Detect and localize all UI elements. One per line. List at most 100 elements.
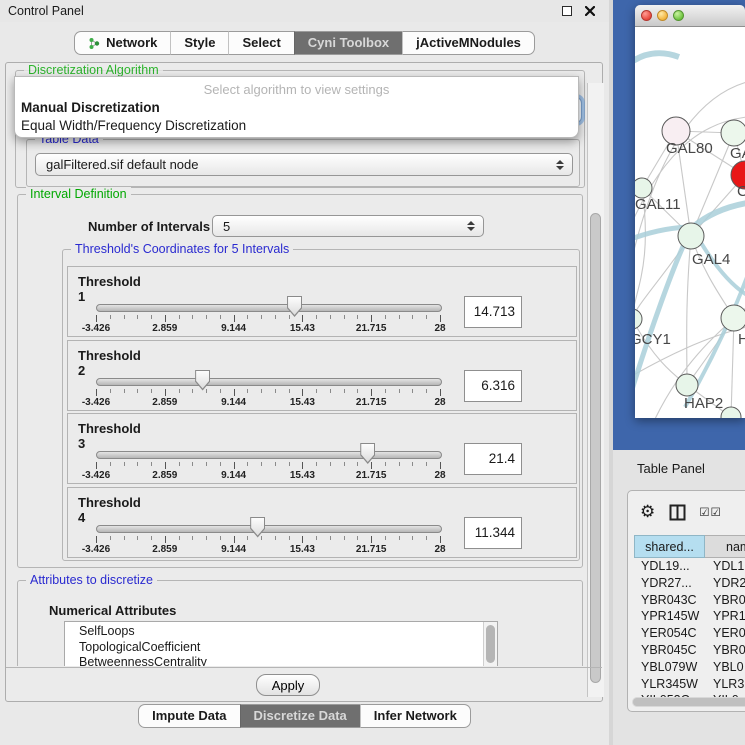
tab-discretize-data[interactable]: Discretize Data bbox=[240, 704, 360, 728]
numerical-attributes-label: Numerical Attributes bbox=[49, 603, 176, 618]
slider-ticks bbox=[96, 314, 440, 323]
control-panel-title: Control Panel bbox=[8, 4, 84, 18]
table-horizontal-scrollbar[interactable] bbox=[632, 697, 745, 707]
network-view-window: GAL80GACGAL11GAL4GCY1HHAP2 bbox=[635, 5, 745, 418]
table-row[interactable]: YPR145WYPR1 bbox=[634, 608, 745, 625]
table-data-group: Table Data galFiltered.sif default node bbox=[26, 139, 580, 187]
slider-tick-labels: -3.4262.8599.14415.4321.71528 bbox=[96, 397, 440, 409]
node-label-hap2: HAP2 bbox=[684, 395, 723, 412]
slider-track[interactable] bbox=[96, 304, 442, 312]
algorithm-popup-hint: Select algorithm to view settings bbox=[15, 82, 578, 97]
zoom-traffic-light-icon[interactable] bbox=[673, 10, 684, 21]
threshold-4-box: Threshold 4-3.4262.8599.14415.4321.71528… bbox=[67, 487, 577, 558]
columns-icon[interactable] bbox=[669, 504, 686, 521]
control-panel-tabbar: Network Style Select Cyni Toolbox jActiveMNo… bbox=[0, 31, 609, 55]
tab-label: Discretize Data bbox=[254, 705, 347, 727]
network-node-gal11[interactable] bbox=[635, 178, 652, 198]
network-node-ga[interactable] bbox=[721, 120, 745, 146]
interval-definition-group: Interval Definition Number of Intervals … bbox=[17, 194, 583, 568]
table-panel: Table Panel ⚙ ☑☑ shared...name YDL19...Y… bbox=[613, 450, 745, 745]
table-row[interactable]: YBR045CYBR0 bbox=[634, 642, 745, 659]
column-header-shared[interactable]: shared... bbox=[634, 535, 705, 558]
algorithm-option-equal-width-frequency-discretization[interactable]: Equal Width/Frequency Discretization bbox=[21, 118, 246, 133]
tab-jactivemnodules[interactable]: jActiveMNodules bbox=[402, 31, 535, 55]
list-scrollbar[interactable] bbox=[483, 622, 497, 666]
network-icon bbox=[88, 37, 101, 50]
threshold-1-box: Threshold 1 -3.4262.8599.14415.4321.71528… bbox=[67, 266, 577, 337]
attributes-group: Attributes to discretize Numerical Attri… bbox=[17, 580, 583, 666]
slider-track[interactable] bbox=[96, 451, 442, 459]
number-of-intervals-combo[interactable]: 5 bbox=[212, 215, 484, 237]
float-window-icon[interactable] bbox=[562, 6, 572, 16]
tab-infer-network[interactable]: Infer Network bbox=[360, 704, 471, 728]
thresholds-group-label: Threshold's Coordinates for 5 Intervals bbox=[71, 242, 293, 256]
tab-impute-data[interactable]: Impute Data bbox=[138, 704, 239, 728]
table-cell: YPR1 bbox=[705, 608, 745, 625]
network-node-h[interactable] bbox=[721, 305, 745, 331]
control-panel-scrollbar[interactable] bbox=[587, 83, 604, 697]
tab-label: Network bbox=[106, 32, 157, 54]
slider-tick-labels: -3.4262.8599.14415.4321.71528 bbox=[96, 470, 440, 482]
network-node-hap2[interactable] bbox=[676, 374, 698, 396]
threshold-value-field[interactable]: 14.713 bbox=[464, 296, 522, 328]
attribute-item-topologicalcoefficient[interactable]: TopologicalCoefficient bbox=[65, 640, 497, 656]
threshold-label: Threshold 3 bbox=[78, 421, 89, 432]
table-cell: YDL1 bbox=[705, 558, 745, 575]
close-traffic-light-icon[interactable] bbox=[641, 10, 652, 21]
slider-track[interactable] bbox=[96, 525, 442, 533]
select-checkboxes-icon[interactable]: ☑☑ bbox=[699, 505, 722, 519]
algorithm-option-manual-discretization[interactable]: Manual Discretization bbox=[21, 100, 160, 115]
close-panel-icon[interactable] bbox=[585, 6, 595, 16]
tab-label: jActiveMNodules bbox=[416, 32, 521, 54]
network-canvas[interactable]: GAL80GACGAL11GAL4GCY1HHAP2 bbox=[635, 27, 745, 418]
slider-ticks bbox=[96, 535, 440, 544]
attribute-item-selfloops[interactable]: SelfLoops bbox=[65, 624, 497, 640]
numerical-attributes-list[interactable]: SelfLoopsTopologicalCoefficientBetweenne… bbox=[64, 621, 498, 666]
table-data-value: galFiltered.sif default node bbox=[46, 157, 198, 172]
combo-stepper-icon bbox=[467, 221, 475, 231]
threshold-value-field[interactable]: 11.344 bbox=[464, 517, 522, 549]
tab-cyni-toolbox[interactable]: Cyni Toolbox bbox=[294, 31, 402, 55]
table-row[interactable]: YLR345WYLR3 bbox=[634, 676, 745, 693]
table-row[interactable]: YER054CYER0 bbox=[634, 625, 745, 642]
network-window-titlebar[interactable] bbox=[635, 5, 745, 27]
threshold-label: Threshold 4 bbox=[78, 495, 89, 506]
minimize-traffic-light-icon[interactable] bbox=[657, 10, 668, 21]
tab-network[interactable]: Network bbox=[74, 31, 170, 55]
threshold-value-field[interactable]: 6.316 bbox=[464, 370, 522, 402]
slider-ticks bbox=[96, 461, 440, 470]
tab-label: Infer Network bbox=[374, 705, 457, 727]
table-cell: YBR045C bbox=[634, 642, 705, 659]
combo-stepper-icon bbox=[556, 160, 564, 170]
slider-tick-labels: -3.4262.8599.14415.4321.71528 bbox=[96, 323, 440, 335]
threshold-label: Threshold 1 bbox=[78, 274, 89, 285]
node-attribute-table[interactable]: shared...name YDL19...YDL1YDR27...YDR2YB… bbox=[634, 535, 745, 699]
network-node-gcy1[interactable] bbox=[635, 309, 642, 329]
threshold-value-field[interactable]: 21.4 bbox=[464, 443, 522, 475]
table-row[interactable]: YBL079WYBL0 bbox=[634, 659, 745, 676]
node-label-gal4: GAL4 bbox=[692, 251, 730, 268]
node-label-ga: GA bbox=[730, 145, 745, 162]
control-panel-titlebar: Control Panel bbox=[0, 0, 609, 22]
table-cell: YPR145W bbox=[634, 608, 705, 625]
apply-button[interactable]: Apply bbox=[256, 674, 320, 696]
table-panel-title: Table Panel bbox=[637, 450, 705, 486]
interval-definition-label: Interval Definition bbox=[26, 187, 131, 201]
attribute-item-betweennesscentrality[interactable]: BetweennessCentrality bbox=[65, 655, 497, 666]
tab-label: Style bbox=[184, 32, 215, 54]
column-header-name[interactable]: name bbox=[705, 535, 745, 558]
tab-select[interactable]: Select bbox=[228, 31, 293, 55]
table-cell: YER054C bbox=[634, 625, 705, 642]
table-data-combo[interactable]: galFiltered.sif default node bbox=[35, 153, 573, 176]
table-row[interactable]: YDL19...YDL1 bbox=[634, 558, 745, 575]
number-of-intervals-value: 5 bbox=[223, 219, 230, 234]
network-node[interactable] bbox=[721, 407, 741, 418]
slider-track[interactable] bbox=[96, 378, 442, 386]
tab-label: Cyni Toolbox bbox=[308, 32, 389, 54]
tab-label: Impute Data bbox=[152, 705, 226, 727]
tab-style[interactable]: Style bbox=[170, 31, 228, 55]
table-row[interactable]: YBR043CYBR0 bbox=[634, 592, 745, 609]
table-row[interactable]: YDR27...YDR2 bbox=[634, 575, 745, 592]
network-node-gal4[interactable] bbox=[678, 223, 704, 249]
gear-icon[interactable]: ⚙ bbox=[640, 502, 655, 522]
